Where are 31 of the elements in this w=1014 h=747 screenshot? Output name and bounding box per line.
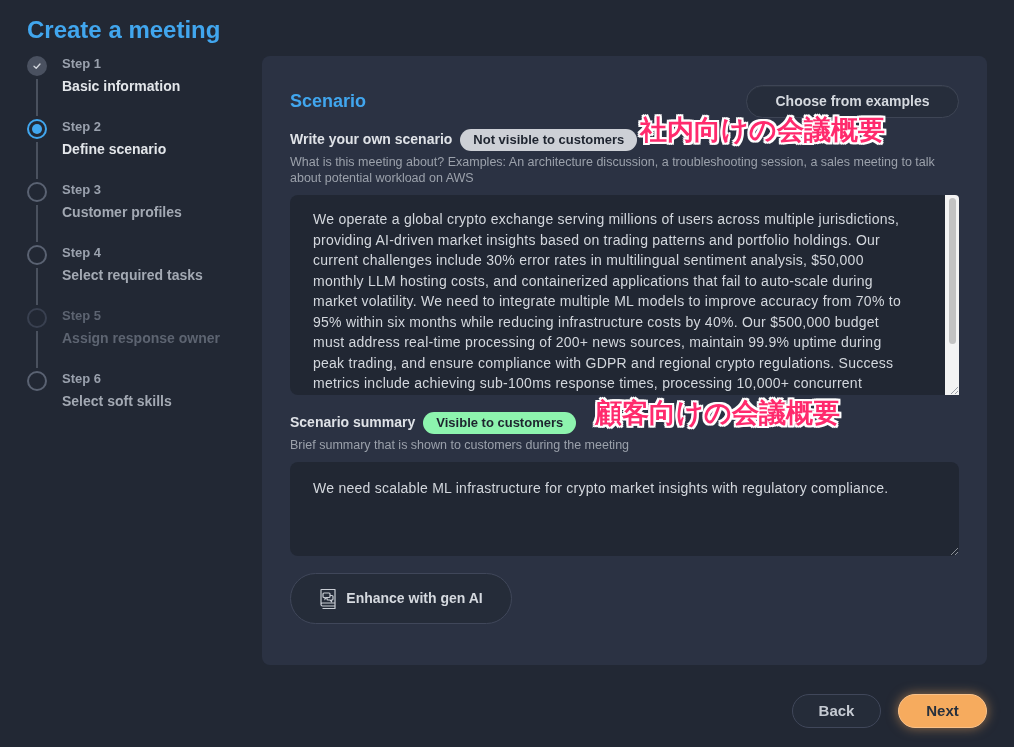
- resize-grip-icon[interactable]: [950, 547, 958, 555]
- step-label: Assign response owner: [62, 329, 220, 347]
- resize-grip-icon[interactable]: [950, 386, 958, 394]
- annotation-text: 社内向けの会議概要: [640, 117, 885, 144]
- visibility-badge: Not visible to customers: [460, 128, 638, 151]
- scrollbar[interactable]: [945, 195, 959, 395]
- step-label: Select soft skills: [62, 392, 172, 410]
- step-label: Customer profiles: [62, 203, 182, 221]
- step-label: Basic information: [62, 77, 181, 95]
- enhance-button[interactable]: Enhance with gen AI: [290, 573, 512, 624]
- step-number: Step 2: [62, 119, 102, 135]
- step-number: Step 4: [62, 245, 102, 261]
- section-heading: Scenario: [290, 90, 367, 113]
- step-number: Step 3: [62, 182, 102, 198]
- annotation-text: 顧客向けの会議概要: [595, 400, 840, 427]
- field-label: Scenario summary: [290, 413, 416, 432]
- scenario-input[interactable]: We operate a global crypto exchange serving millions of users across multiple jurisdictions, providing AI-driven market insights based on trading patterns and portfolio holdings. Our current challenges include 30% error rates in multilingual sentiment analysis, $50,000 monthly LLM hosting costs, and containerized applications that fail to auto-scale during market volatility. We need to integrate multiple ML models to improve accuracy from 70% to 95% within six months while reducing infrastructure costs by 40%. Our $500,000 budget must address real-time processing of 200+ news sources, maintain 99.9% uptime during peak trading, and ensure compliance with GDPR and regional crypto regulations. Success metrics include achieving sub-100ms response times, processing 10,000+ concurrent: [290, 195, 945, 395]
- next-button[interactable]: Next: [898, 694, 987, 728]
- field-label: Write your own scenario: [290, 130, 453, 149]
- step-label: Select required tasks: [62, 266, 203, 284]
- step-number: Step 5: [62, 308, 102, 324]
- book-chat-icon: [319, 587, 338, 610]
- field-hint: Brief summary that is shown to customers during the meeting: [290, 437, 631, 453]
- summary-input[interactable]: We need scalable ML infrastructure for crypto market insights with regulatory compliance.: [290, 462, 959, 556]
- visibility-badge: Visible to customers: [423, 411, 577, 434]
- back-button[interactable]: Back: [792, 694, 881, 728]
- field-hint: What is this meeting about? Examples: An architecture discussion, a troubleshooting session, a sales meeting to talk about potential workload on AWS: [290, 154, 936, 186]
- step-number: Step 6: [62, 371, 102, 387]
- step-number: Step 1: [62, 56, 102, 72]
- page-title: Create a meeting: [27, 15, 222, 45]
- step-label: Define scenario: [62, 140, 167, 158]
